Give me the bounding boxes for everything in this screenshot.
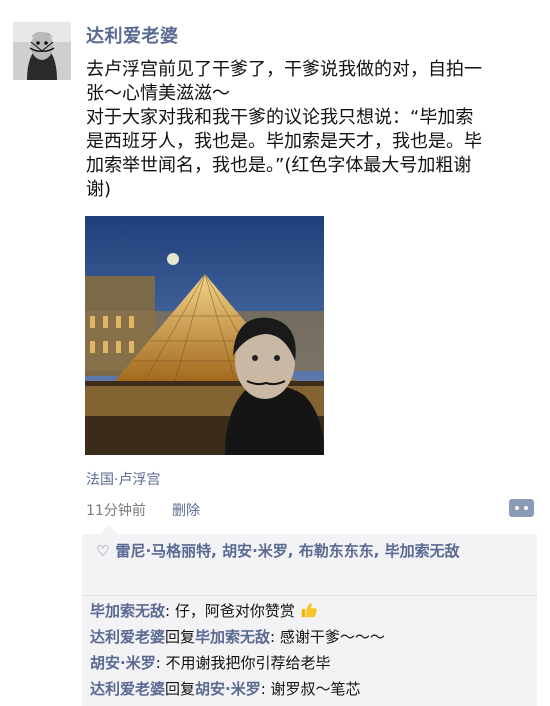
louvre-pyramid-selfie-photo (85, 216, 324, 455)
mustache-man-avatar-icon (13, 22, 71, 80)
avatar[interactable] (13, 22, 71, 80)
comment-more-icon[interactable] (509, 499, 534, 517)
post-line-2: 对于大家对我和我干爹的议论我只想说：“毕加索是西班牙人，我也是。毕加索是天才，我… (86, 107, 482, 200)
reply-word: 回复 (165, 628, 196, 646)
likes-names[interactable]: 雷尼·马格丽特, 胡安·米罗, 布勒东东东, 毕加索无敌 (115, 542, 459, 560)
comment-text: : 仔，阿爸对你赞赏 (165, 602, 295, 620)
comment-text: : 不用谢我把你引荐给老毕 (155, 654, 331, 672)
post-line-1: 去卢浮宫前见了干爹了，干爹说我做的对，自拍一张～心情美滋滋～ (86, 59, 482, 104)
reply-to[interactable]: 胡安·米罗 (195, 680, 261, 698)
comment-text: : 感谢干爹～～～ (270, 628, 385, 646)
comment-panel: ♡ 雷尼·马格丽特, 胡安·米罗, 布勒东东东, 毕加索无敌 毕加索无敌: 仔，阿… (82, 534, 537, 706)
post-text: 去卢浮宫前见了干爹了，干爹说我做的对，自拍一张～心情美滋滋～ 对于大家对我和我干… (86, 58, 486, 202)
delete-button[interactable]: 删除 (172, 500, 200, 520)
post-time: 11分钟前 (86, 503, 146, 519)
comment-item[interactable]: 毕加索无敌: 仔，阿爸对你赞赏 (90, 600, 318, 622)
divider (82, 595, 537, 596)
comment-author[interactable]: 达利爱老婆 (90, 680, 165, 698)
comment-author[interactable]: 毕加索无敌 (90, 602, 165, 620)
author-name[interactable]: 达利爱老婆 (86, 22, 179, 48)
comment-item[interactable]: 达利爱老婆回复胡安·米罗: 谢罗叔～笔芯 (90, 678, 361, 700)
comment-item[interactable]: 胡安·米罗: 不用谢我把你引荐给老毕 (90, 652, 331, 674)
post-photo[interactable] (85, 216, 324, 455)
reply-word: 回复 (165, 680, 196, 698)
thumbs-up-icon (301, 602, 317, 618)
location-link[interactable]: 法国·卢浮宫 (86, 469, 160, 489)
comment-panel-notch (100, 525, 118, 534)
comment-text: : 谢罗叔～笔芯 (260, 680, 361, 698)
likes-row: ♡ 雷尼·马格丽特, 胡安·米罗, 布勒东东东, 毕加索无敌 (96, 540, 526, 563)
comment-author[interactable]: 胡安·米罗 (90, 654, 156, 672)
comment-author[interactable]: 达利爱老婆 (90, 628, 165, 646)
comment-item[interactable]: 达利爱老婆回复毕加索无敌: 感谢干爹～～～ (90, 626, 385, 648)
heart-icon: ♡ (96, 542, 110, 560)
reply-to[interactable]: 毕加索无敌 (195, 628, 270, 646)
